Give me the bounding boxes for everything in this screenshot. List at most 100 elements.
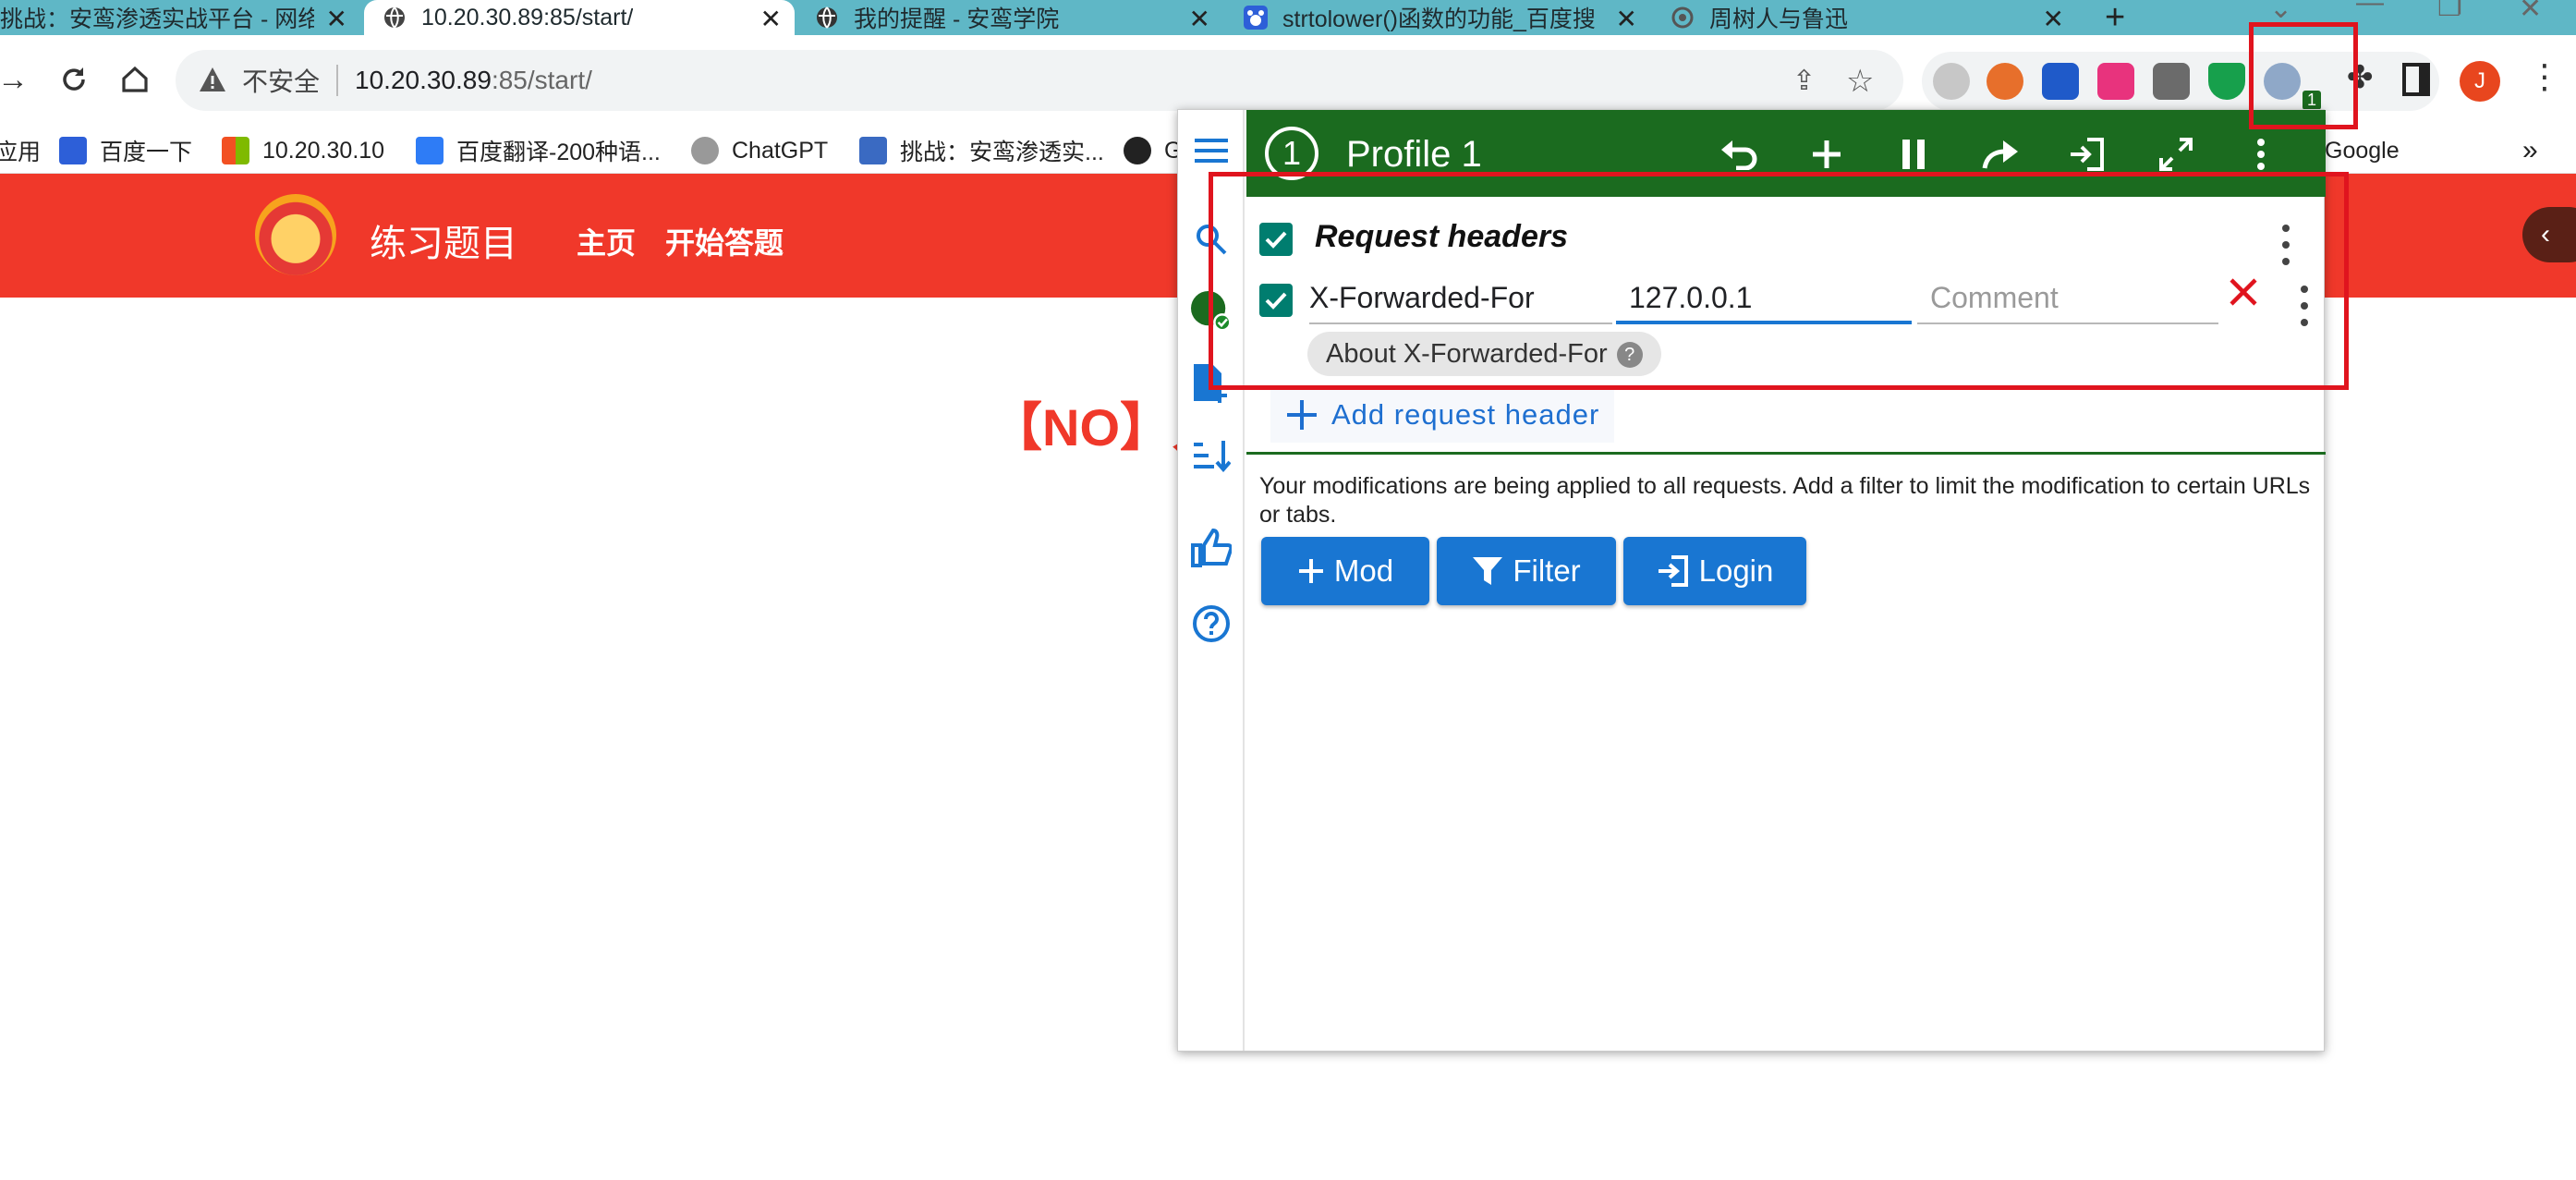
bookmark-baidu[interactable]: 百度一下: [59, 128, 192, 174]
tab-title: 挑战：安鸾渗透实战平台 - 网络: [0, 6, 314, 32]
restore-icon[interactable]: ❐: [2437, 0, 2462, 23]
globe-icon: [383, 6, 407, 30]
bookmark-apps[interactable]: 应用: [0, 128, 41, 174]
share-icon[interactable]: ⇪: [1792, 65, 1816, 97]
close-icon[interactable]: ✕: [1616, 4, 1637, 34]
extension-copy-icon[interactable]: [2153, 63, 2190, 100]
home-icon[interactable]: [116, 61, 153, 98]
bookmark-anluan[interactable]: 挑战：安鸾渗透实...: [859, 128, 1104, 174]
close-icon[interactable]: ✕: [2043, 4, 2064, 34]
filter-funnel-icon: [1473, 557, 1503, 585]
chatgpt-icon: [691, 137, 719, 164]
divider: [336, 65, 339, 96]
baidu-paw-icon: [1244, 6, 1268, 30]
menu-kebab-icon[interactable]: ⋮: [2528, 57, 2561, 96]
bookmark-star-icon[interactable]: ☆: [1846, 63, 1874, 100]
minimize-icon[interactable]: —: [2356, 0, 2384, 18]
url-host: 10.20.30.89: [355, 66, 492, 94]
bookmark-baidu-translate[interactable]: 百度翻译-200种语...: [416, 128, 661, 174]
site-name: 练习题目: [370, 224, 517, 264]
mod-label: Mod: [1333, 554, 1394, 588]
lion-logo-icon: [255, 194, 336, 275]
address-bar[interactable]: 不安全 10.20.30.89:85/start/ ⇪ ☆: [176, 50, 1903, 111]
tab-chatgpt[interactable]: 周树人与鲁迅 ✕: [1652, 0, 2077, 35]
tab-title: 周树人与鲁迅: [1709, 6, 1849, 32]
shield-icon: [859, 137, 887, 164]
forward-arrow-icon[interactable]: →: [0, 61, 31, 98]
tab-strip: 挑战：安鸾渗透实战平台 - 网络 ✕ 10.20.30.89:85/start/…: [0, 0, 2576, 38]
add-mod-button[interactable]: Mod: [1261, 537, 1429, 605]
url-text[interactable]: 10.20.30.89:85/start/: [355, 66, 592, 95]
nav-home[interactable]: 主页: [577, 220, 636, 262]
translate-icon: [416, 137, 444, 164]
extension-santa-icon[interactable]: [1987, 63, 2023, 100]
login-icon: [1658, 555, 1688, 587]
bookmark-label: 挑战：安鸾渗透实...: [900, 140, 1104, 165]
highlight-header-box: [1209, 172, 2349, 390]
extension-save-icon[interactable]: [2042, 63, 2079, 100]
side-panel-tab[interactable]: ‹: [2522, 207, 2576, 262]
bookmark-ip[interactable]: 10.20.30.10: [222, 128, 384, 174]
login-button[interactable]: Login: [1623, 537, 1806, 605]
add-filter-button[interactable]: Filter: [1437, 537, 1616, 605]
tab-title: 我的提醒 - 安鸾学院: [854, 6, 1060, 32]
close-icon[interactable]: ✕: [760, 4, 782, 34]
sort-icon[interactable]: [1191, 435, 1232, 476]
add-request-header-button[interactable]: Add request header: [1270, 387, 1615, 443]
plus-icon: [1298, 559, 1323, 583]
windows-logo-icon: [222, 137, 249, 164]
reload-icon[interactable]: [55, 61, 92, 98]
login-label: Login: [1698, 554, 1774, 588]
globe-icon: [815, 6, 839, 30]
bookmark-label: ChatGPT: [732, 137, 829, 164]
bookmark-label: 百度翻译-200种语...: [456, 140, 661, 165]
filter-label: Filter: [1513, 554, 1581, 588]
highlight-extension-box: [2249, 22, 2358, 129]
bookmarks-overflow[interactable]: »: [2522, 128, 2538, 174]
more-kebab-icon[interactable]: [2241, 134, 2281, 175]
tab-title: strtolower()函数的功能_百度搜: [1282, 6, 1596, 32]
bookmark-label: 应用: [0, 140, 42, 165]
side-panel-icon[interactable]: [2402, 63, 2430, 96]
warning-triangle-icon[interactable]: [198, 65, 229, 96]
add-icon[interactable]: [1806, 134, 1847, 175]
hamburger-menu-icon[interactable]: [1191, 130, 1232, 171]
tab-title: 10.20.30.89:85/start/: [421, 4, 634, 30]
share-icon[interactable]: [1980, 134, 2021, 175]
help-icon[interactable]: [1191, 603, 1232, 644]
url-path: :85/start/: [491, 66, 592, 94]
profile-avatar[interactable]: J: [2460, 61, 2500, 102]
tab-start-page[interactable]: 10.20.30.89:85/start/ ✕: [364, 0, 795, 35]
new-tab-plus-icon[interactable]: +: [2105, 0, 2125, 38]
bookmark-chatgpt[interactable]: ChatGPT: [691, 128, 828, 174]
tab-baidu-search[interactable]: strtolower()函数的功能_百度搜 ✕: [1225, 0, 1650, 35]
thumbs-up-icon[interactable]: [1191, 528, 1232, 568]
bookmark-github[interactable]: G: [1124, 128, 1182, 174]
close-window-icon[interactable]: ✕: [2519, 0, 2542, 25]
bookmark-label: 百度一下: [100, 140, 193, 165]
expand-icon[interactable]: [2156, 134, 2196, 175]
tab-search-chevron-icon[interactable]: ⌄: [2269, 0, 2292, 25]
bookmark-label: »: [2522, 135, 2538, 165]
bookmark-google[interactable]: Google: [2325, 128, 2400, 174]
bookmark-label: 10.20.30.10: [262, 137, 385, 164]
close-icon[interactable]: ✕: [326, 4, 347, 34]
add-header-label: Add request header: [1331, 398, 1600, 431]
extension-translate-icon[interactable]: [2097, 63, 2134, 100]
tab-anluan-challenge[interactable]: 挑战：安鸾渗透实战平台 - 网络 ✕: [0, 0, 360, 35]
profile-name[interactable]: Profile 1: [1346, 134, 1482, 176]
extension-shield-icon[interactable]: [2208, 63, 2245, 100]
undo-icon[interactable]: [1719, 134, 1760, 175]
extensions-area: 1 ✤: [1922, 52, 2439, 111]
tab-reminders[interactable]: 我的提醒 - 安鸾学院 ✕: [796, 0, 1223, 35]
pause-icon[interactable]: [1893, 134, 1934, 175]
import-icon[interactable]: [2067, 134, 2108, 175]
close-icon[interactable]: ✕: [1189, 4, 1210, 34]
plus-icon: [1287, 400, 1317, 430]
chatgpt-icon: [1671, 6, 1695, 30]
info-message: Your modifications are being applied to …: [1259, 473, 2311, 528]
nav-start-quiz[interactable]: 开始答题: [665, 220, 784, 262]
not-secure-label[interactable]: 不安全: [242, 62, 320, 99]
green-divider: [1246, 452, 2326, 455]
extension-globe-icon[interactable]: [1933, 63, 1970, 100]
